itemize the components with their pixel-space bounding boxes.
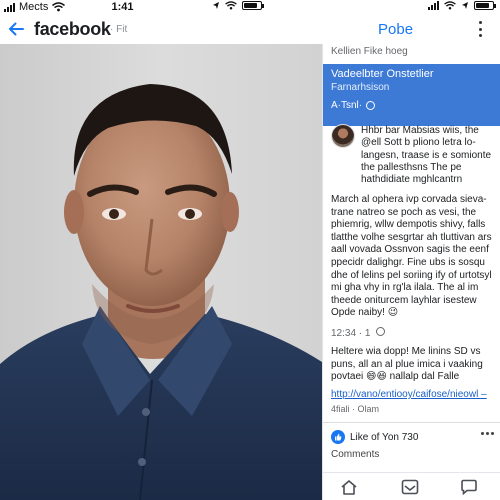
battery-icon (242, 1, 264, 10)
wifi-icon (225, 1, 237, 10)
post-panel: Kellien Fike hoeg Vadeelbter Onstetlier … (322, 44, 500, 500)
globe-icon (366, 101, 376, 110)
inbox-icon[interactable] (398, 477, 422, 497)
post-body-secondary: Heltere wia dopp! Me linins SD vs puns, … (331, 346, 496, 384)
more-horizontal-icon[interactable] (481, 432, 494, 435)
location-arrow-icon (462, 2, 468, 9)
signal-icon (428, 1, 439, 10)
group-card-meta-text: A·Tsnl· (331, 100, 363, 111)
thumbs-up-icon (331, 430, 345, 444)
post-timestamp-secondary: 4fiali · Olam (331, 404, 380, 414)
group-card-title: Vadeelbter Onstetlier (331, 68, 434, 80)
like-row[interactable]: Like of Yon 730 (331, 430, 418, 444)
post-timestamp-text: 12:34 · 1 (331, 328, 371, 339)
smile-emoji-icon: 😄😆 (366, 371, 387, 383)
wifi-icon (444, 1, 456, 10)
divider (323, 422, 500, 423)
panel-kicker: Kellien Fike hoeg (331, 46, 408, 57)
arrow-left-icon[interactable] (8, 21, 24, 37)
avatar[interactable] (331, 124, 355, 148)
status-icons-right (428, 1, 496, 10)
post-body-text: March al ophera ivp corvada sieva-trane … (331, 194, 492, 319)
status-icons-left (212, 1, 264, 10)
more-vertical-icon[interactable] (477, 21, 483, 37)
post-link[interactable]: http://vano/entiooy/caifose/nieowl – (331, 389, 496, 400)
post-lead-text: Hhbr bar Mabsias wiis, the @ell Sott b p… (361, 125, 492, 186)
brand-wordmark[interactable]: facebook (34, 19, 111, 40)
brand-subtitle: · Fit (110, 24, 128, 35)
app-header: facebook · Fit Pobe (0, 14, 500, 44)
post-body-secondary-tail: nallalp dal Falle (389, 371, 460, 383)
group-card[interactable]: Vadeelbter Onstetlier Farnarhsison A·Tsn… (323, 64, 500, 126)
group-card-meta: A·Tsnl· (331, 100, 493, 111)
globe-icon (376, 327, 386, 336)
post-timestamp: 12:34 · 1 (331, 327, 386, 339)
status-time: 1:41 (111, 1, 134, 13)
like-count-text: Like of Yon 730 (350, 431, 419, 443)
comments-label[interactable]: Comments (331, 449, 379, 460)
post-body: March al ophera ivp corvada sieva-trane … (331, 194, 496, 320)
wink-emoji-icon: 😉 (387, 307, 399, 319)
location-arrow-icon (213, 2, 219, 9)
home-icon[interactable] (337, 477, 361, 497)
header-title[interactable]: Pobe (378, 21, 413, 38)
chat-bubble-icon[interactable] (457, 477, 481, 497)
bottom-tab-bar (323, 472, 500, 500)
status-bar: Mects 1:41 (0, 0, 500, 14)
profile-photo[interactable] (0, 44, 322, 500)
portrait-image (0, 44, 322, 500)
battery-icon (474, 1, 496, 10)
group-card-subtitle: Farnarhsison (331, 82, 390, 93)
